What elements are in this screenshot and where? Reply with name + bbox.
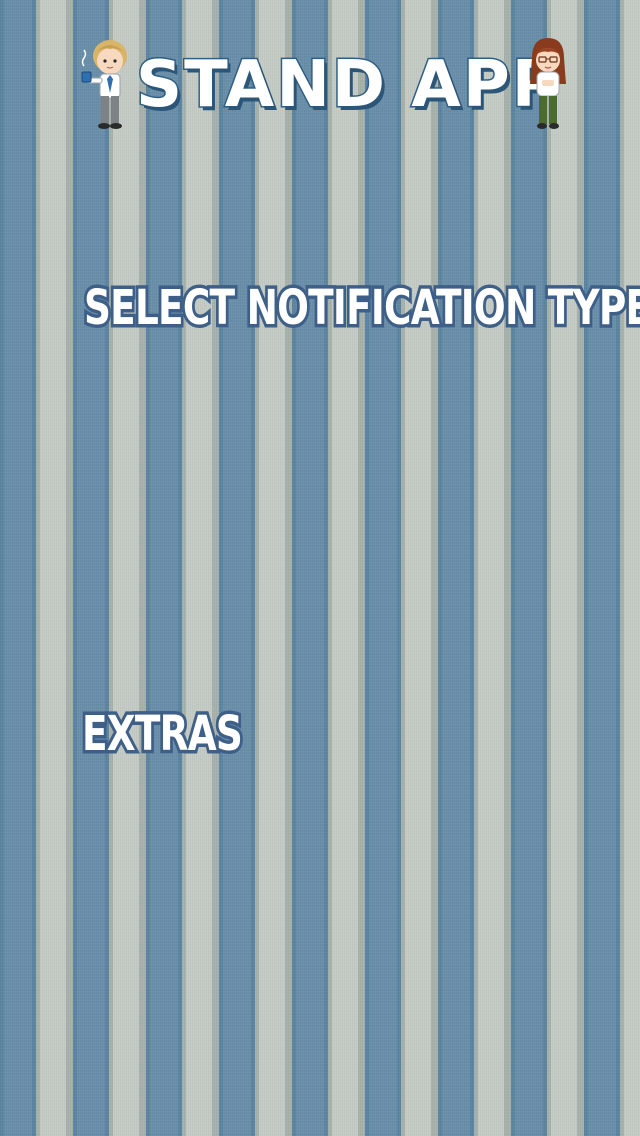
businesswoman-with-glasses-icon <box>530 38 566 129</box>
select-notification-type-heading: SELECT NOTIFICATION TYPE <box>81 277 640 340</box>
app-screen: { "header": { "title": "STAND APP", "lef… <box>0 0 640 1136</box>
app-title: STAND APP <box>135 47 561 124</box>
background-texture <box>0 0 640 1136</box>
app-header: STAND APP <box>0 36 640 136</box>
extras-heading: EXTRAS <box>79 703 245 766</box>
businessman-with-coffee-icon <box>81 40 127 129</box>
